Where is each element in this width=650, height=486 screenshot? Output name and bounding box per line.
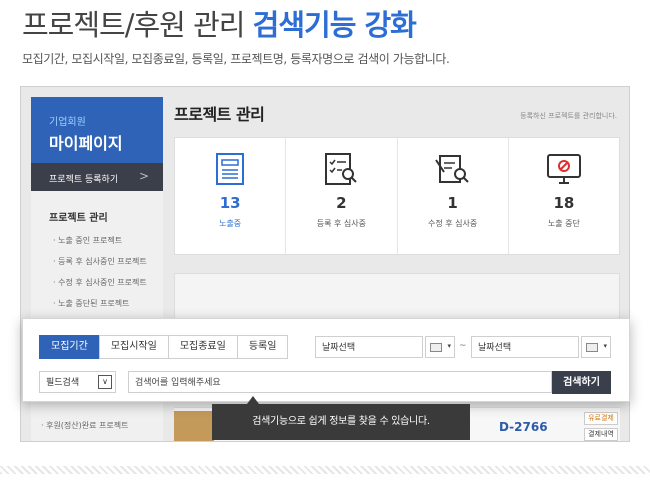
document-list-icon xyxy=(216,153,245,185)
payment-history-button[interactable]: 결제내역 xyxy=(584,428,618,441)
calendar-icon xyxy=(586,343,598,352)
stat-review-new[interactable]: 2 등록 후 심사중 xyxy=(286,138,398,254)
stat-review-edit[interactable]: 1 수정 후 심사중 xyxy=(398,138,509,254)
stat-exposed-count: 13 xyxy=(219,194,241,212)
headline-plain: 프로젝트/후원 관리 xyxy=(22,8,245,42)
date-range-separator: ~ xyxy=(459,341,467,351)
stat-exposed-label: 노출중 xyxy=(219,219,242,228)
edit-search-icon xyxy=(434,155,469,183)
paid-payment-button[interactable]: 유료결제 xyxy=(584,412,618,425)
sidebar-item-completed[interactable]: · 후원(정산)완료 프로젝트 xyxy=(41,420,128,431)
stat-review-edit-count: 1 xyxy=(447,194,458,212)
search-panel: 모집기간 모집시작일 모집종료일 등록일 날짜선택 ▾ ~ 날짜선택 ▾ 필드검… xyxy=(22,318,630,402)
stat-stopped-label: 노출 중단 xyxy=(547,219,580,228)
project-code: D-2766 xyxy=(499,420,548,434)
period-tabs: 모집기간 모집시작일 모집종료일 등록일 xyxy=(39,335,289,359)
chevron-down-icon: ∨ xyxy=(98,375,112,389)
field-select-label: 필드검색 xyxy=(46,378,80,388)
date-to-picker[interactable]: ▾ xyxy=(581,336,611,358)
sidebar-item-stopped[interactable]: · 노출 중단된 프로젝트 xyxy=(31,293,163,314)
tab-recruit-start[interactable]: 모집시작일 xyxy=(98,335,169,359)
search-button[interactable]: 검색하기 xyxy=(552,371,611,394)
register-project-button[interactable]: 프로젝트 등록하기 > xyxy=(31,163,163,191)
sidebar-title: 마이페이지 xyxy=(49,134,123,153)
tab-recruit-end[interactable]: 모집종료일 xyxy=(167,335,238,359)
sidebar-item-review-new[interactable]: · 등록 후 심사중인 프로젝트 xyxy=(31,251,163,272)
stat-stopped-count: 18 xyxy=(553,194,575,212)
sidebar-section-title: 프로젝트 관리 xyxy=(49,213,108,224)
stat-review-new-label: 등록 후 심사중 xyxy=(316,219,366,228)
divider xyxy=(0,466,650,474)
tooltip: 검색기능으로 쉽게 정보를 찾을 수 있습니다. xyxy=(212,404,470,440)
page-title: 프로젝트 관리 xyxy=(174,105,265,124)
sidebar-item-review-edit[interactable]: · 수정 후 심사중인 프로젝트 xyxy=(31,272,163,293)
stat-review-new-count: 2 xyxy=(336,194,347,212)
tooltip-pointer xyxy=(247,396,259,404)
register-project-label: 프로젝트 등록하기 xyxy=(49,175,119,185)
stat-stopped[interactable]: 18 노출 중단 xyxy=(509,138,619,254)
stat-exposed[interactable]: 13 노출중 xyxy=(175,138,287,254)
monitor-block-icon xyxy=(546,154,581,184)
headline-accent: 검색기능 강화 xyxy=(252,8,417,42)
member-type: 기업회원 xyxy=(49,117,86,128)
calendar-icon xyxy=(430,343,442,352)
stats-panel: 13 노출중 2 등록 후 심사중 1 수정 후 심사중 18 노출 중단 xyxy=(174,137,620,255)
chevron-down-icon: ▾ xyxy=(447,342,451,350)
date-from-picker[interactable]: ▾ xyxy=(425,336,455,358)
tab-register-date[interactable]: 등록일 xyxy=(236,335,289,359)
date-to-input[interactable]: 날짜선택 xyxy=(471,336,579,358)
subline: 모집기간, 모집시작일, 모집종료일, 등록일, 프로젝트명, 등록자명으로 검… xyxy=(22,52,450,66)
tab-recruit-period[interactable]: 모집기간 xyxy=(39,335,100,359)
search-input[interactable]: 검색어를 입력해주세요 xyxy=(128,371,552,393)
headline: 프로젝트/후원 관리 검색기능 강화 xyxy=(22,2,417,44)
checklist-search-icon xyxy=(325,153,358,185)
project-thumbnail xyxy=(174,411,214,441)
chevron-down-icon: ▾ xyxy=(603,342,607,350)
sidebar-item-exposed[interactable]: · 노출 중인 프로젝트 xyxy=(31,230,163,251)
page-note: 등록하신 프로젝트를 관리합니다. xyxy=(520,112,617,120)
chevron-right-icon: > xyxy=(138,169,149,183)
sidebar-header: 기업회원 마이페이지 xyxy=(31,97,163,163)
date-from-input[interactable]: 날짜선택 xyxy=(315,336,423,358)
stat-review-edit-label: 수정 후 심사중 xyxy=(428,219,478,228)
field-select[interactable]: 필드검색 ∨ xyxy=(39,371,116,393)
